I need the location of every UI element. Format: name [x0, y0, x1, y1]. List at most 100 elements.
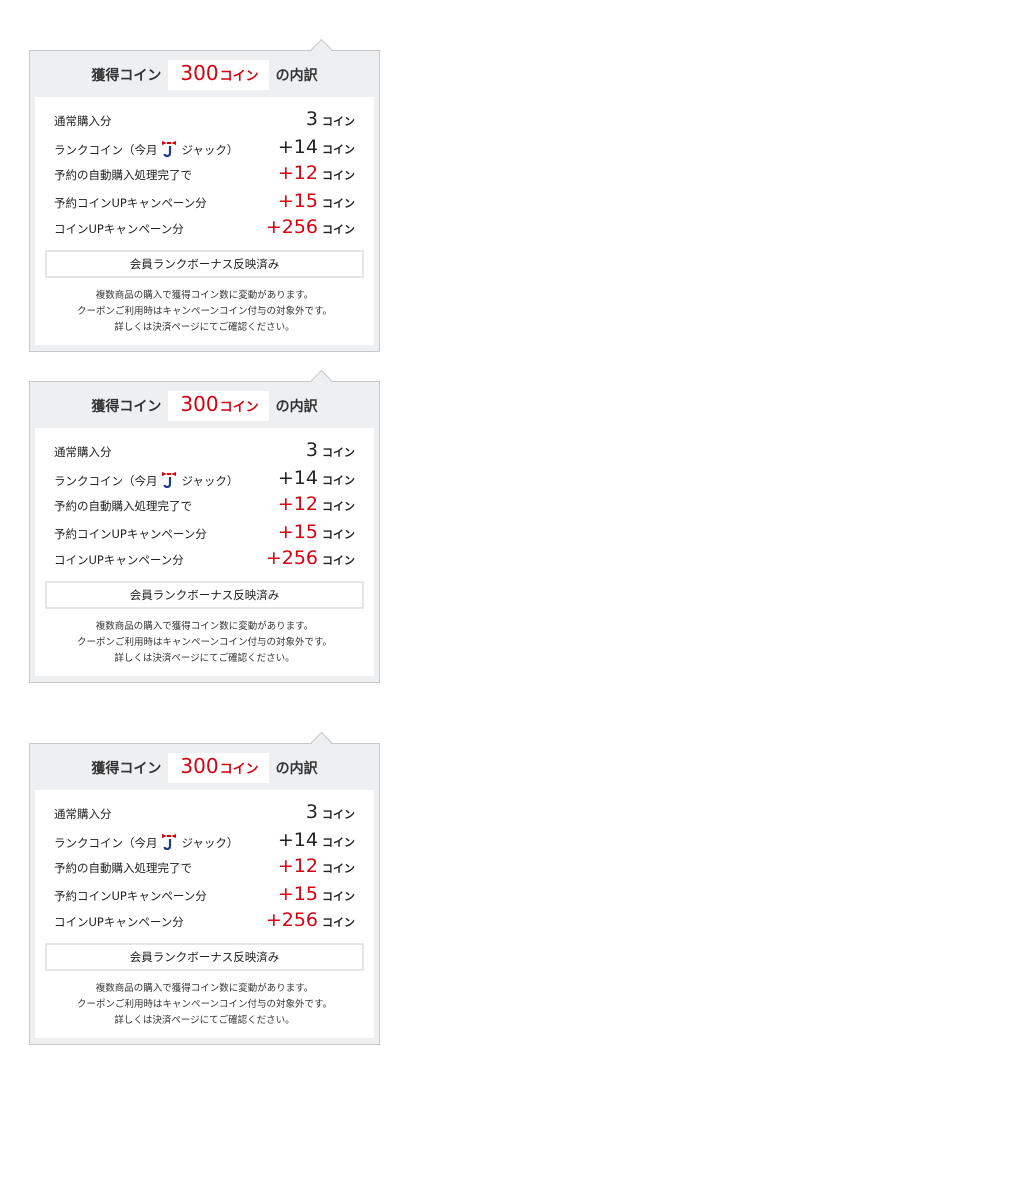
- row-unit: コイン: [322, 223, 355, 236]
- row-label: 通常購入分: [54, 114, 112, 128]
- row-unit: コイン: [322, 143, 355, 156]
- breakdown-row-reservation: 予約の自動購入処理完了で +12 コイン: [54, 161, 355, 187]
- total-coins-value: 300: [180, 392, 219, 416]
- row-value: +256 コイン: [266, 909, 355, 934]
- row-amount: +14: [277, 467, 318, 489]
- row-label: 予約の自動購入処理完了で: [54, 499, 192, 513]
- note-line: 複数商品の購入で獲得コイン数に変動があります。: [95, 983, 314, 994]
- row-value: +15 コイン: [278, 190, 355, 215]
- row-label: 予約コインUPキャンペーン分: [54, 196, 207, 210]
- breakdown-row-campaign: コインUPキャンペーン分 +256 コイン: [54, 546, 355, 572]
- header-suffix: の内訳: [275, 761, 318, 777]
- popup-header: 獲得コイン 300 コイン の内訳: [30, 60, 379, 90]
- coin-breakdown-popup: 獲得コイン 300 コイン の内訳 通常購入分 3 コイン ランクコイン（今月 ジ…: [29, 369, 380, 683]
- row-label: コインUPキャンペーン分: [54, 222, 184, 236]
- row-amount: 3: [305, 108, 318, 130]
- row-amount: +256: [265, 216, 318, 238]
- row-value: +12 コイン: [278, 493, 355, 518]
- row-label: ランクコイン（今月 ジャック）: [54, 834, 238, 851]
- breakdown-row-reservation: 予約の自動購入処理完了で +12 コイン: [54, 492, 355, 518]
- total-coins-box: 300 コイン: [168, 391, 269, 421]
- row-label: 予約コインUPキャンペーン分: [54, 527, 207, 541]
- row-amount: +14: [277, 136, 318, 158]
- note-line: 複数商品の購入で獲得コイン数に変動があります。: [95, 290, 314, 301]
- notes: 複数商品の購入で獲得コイン数に変動があります。 クーポンご利用時はキャンペーンコ…: [35, 288, 374, 336]
- total-coins-unit: コイン: [219, 400, 259, 415]
- row-unit: コイン: [322, 836, 355, 849]
- row-label-prefix: ランクコイン（今月: [54, 143, 158, 157]
- row-label: 予約の自動購入処理完了で: [54, 861, 192, 875]
- breakdown-row-campaign: コインUPキャンペーン分 +256 コイン: [54, 215, 355, 241]
- row-unit: コイン: [322, 528, 355, 541]
- header-title: 獲得コイン: [91, 399, 162, 415]
- total-coins-value: 300: [180, 61, 219, 85]
- row-label-suffix: ジャック）: [181, 836, 239, 850]
- breakdown-row-rank: ランクコイン（今月 ジャック） +14 コイン: [54, 466, 355, 492]
- note-line: クーポンご利用時はキャンペーンコイン付与の対象外です。: [76, 637, 333, 648]
- header-title: 獲得コイン: [91, 68, 162, 84]
- notes: 複数商品の購入で獲得コイン数に変動があります。 クーポンご利用時はキャンペーンコ…: [35, 619, 374, 667]
- row-label-prefix: ランクコイン（今月: [54, 474, 158, 488]
- row-value: +15 コイン: [278, 883, 355, 908]
- total-coins-box: 300 コイン: [168, 60, 269, 90]
- row-value: +14 コイン: [278, 829, 355, 854]
- row-unit: コイン: [322, 916, 355, 929]
- row-amount: 3: [305, 439, 318, 461]
- note-line: クーポンご利用時はキャンペーンコイン付与の対象外です。: [76, 306, 333, 317]
- row-value: 3 コイン: [306, 439, 355, 464]
- breakdown-row-reservation: 予約の自動購入処理完了で +12 コイン: [54, 854, 355, 880]
- breakdown-panel: 通常購入分 3 コイン ランクコイン（今月 ジャック） +14 コイン 予約の自動…: [35, 97, 374, 345]
- total-coins-box: 300 コイン: [168, 753, 269, 783]
- jack-rank-icon: [161, 141, 176, 158]
- popup-caret: [310, 38, 333, 61]
- row-value: 3 コイン: [306, 801, 355, 826]
- row-value: +14 コイン: [278, 467, 355, 492]
- header-suffix: の内訳: [275, 68, 318, 84]
- breakdown-panel: 通常購入分 3 コイン ランクコイン（今月 ジャック） +14 コイン 予約の自動…: [35, 790, 374, 1038]
- note-line: 複数商品の購入で獲得コイン数に変動があります。: [95, 621, 314, 632]
- row-amount: +256: [265, 547, 318, 569]
- breakdown-row-campaign: コインUPキャンペーン分 +256 コイン: [54, 908, 355, 934]
- breakdown-row-rank: ランクコイン（今月 ジャック） +14 コイン: [54, 828, 355, 854]
- header-title: 獲得コイン: [91, 761, 162, 777]
- rank-bonus-badge: 会員ランクボーナス反映済み: [45, 943, 364, 971]
- note-line: 詳しくは決済ページにてご確認ください。: [114, 653, 295, 664]
- row-unit: コイン: [322, 808, 355, 821]
- note-line: 詳しくは決済ページにてご確認ください。: [114, 1015, 295, 1026]
- note-line: クーポンご利用時はキャンペーンコイン付与の対象外です。: [76, 999, 333, 1010]
- row-value: +256 コイン: [266, 216, 355, 241]
- jack-rank-icon: [161, 834, 176, 851]
- breakdown-row-regular: 通常購入分 3 コイン: [54, 800, 355, 826]
- rank-bonus-badge: 会員ランクボーナス反映済み: [45, 250, 364, 278]
- jack-rank-icon: [161, 472, 176, 489]
- row-amount: +12: [277, 493, 318, 515]
- total-coins-value: 300: [180, 754, 219, 778]
- row-value: +12 コイン: [278, 162, 355, 187]
- row-label-suffix: ジャック）: [181, 474, 239, 488]
- row-amount: +15: [277, 883, 318, 905]
- row-unit: コイン: [322, 115, 355, 128]
- breakdown-row-rank: ランクコイン（今月 ジャック） +14 コイン: [54, 135, 355, 161]
- row-amount: +12: [277, 855, 318, 877]
- breakdown-row-reservation-campaign: 予約コインUPキャンペーン分 +15 コイン: [54, 189, 355, 215]
- rank-bonus-badge: 会員ランクボーナス反映済み: [45, 581, 364, 609]
- row-label: 通常購入分: [54, 807, 112, 821]
- row-label: 予約の自動購入処理完了で: [54, 168, 192, 182]
- row-amount: +12: [277, 162, 318, 184]
- breakdown-row-regular: 通常購入分 3 コイン: [54, 438, 355, 464]
- row-label: コインUPキャンペーン分: [54, 915, 184, 929]
- row-amount: +15: [277, 521, 318, 543]
- header-suffix: の内訳: [275, 399, 318, 415]
- row-amount: +15: [277, 190, 318, 212]
- row-value: +12 コイン: [278, 855, 355, 880]
- coin-breakdown-popup: 獲得コイン 300 コイン の内訳 通常購入分 3 コイン ランクコイン（今月 ジ…: [29, 731, 380, 1045]
- row-unit: コイン: [322, 890, 355, 903]
- popup-caret: [310, 369, 333, 392]
- total-coins-unit: コイン: [219, 762, 259, 777]
- row-amount: 3: [305, 801, 318, 823]
- popup-caret: [310, 731, 333, 754]
- popup-header: 獲得コイン 300 コイン の内訳: [30, 753, 379, 783]
- breakdown-row-reservation-campaign: 予約コインUPキャンペーン分 +15 コイン: [54, 882, 355, 908]
- row-unit: コイン: [322, 474, 355, 487]
- row-unit: コイン: [322, 446, 355, 459]
